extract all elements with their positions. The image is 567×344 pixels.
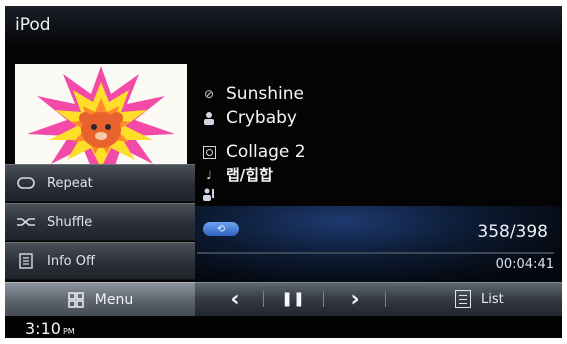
track-title-row: ⊘ Sunshine (201, 84, 304, 104)
shuffle-label: Shuffle (47, 214, 93, 230)
repeat-status-indicator: ⟲ (203, 222, 239, 236)
next-button[interactable]: › (335, 282, 375, 316)
track-title: Sunshine (226, 84, 304, 104)
divider (323, 291, 324, 307)
menu-button[interactable]: Menu (5, 282, 195, 316)
info-off-label: Info Off (47, 253, 95, 269)
info-off-button[interactable]: Info Off (5, 242, 195, 280)
clock: 3:10 PM (25, 319, 75, 338)
previous-icon: ‹ (230, 286, 240, 312)
track-genre: 랩/힙합 (226, 166, 273, 184)
divider (263, 291, 264, 307)
track-genre-row: ♩ 랩/힙합 (201, 164, 273, 185)
repeat-label: Repeat (47, 175, 93, 191)
album-icon (201, 144, 217, 160)
track-album: Collage 2 (226, 142, 306, 162)
page-title: iPod (15, 15, 51, 35)
menu-grid-icon (67, 291, 85, 309)
info-icon (15, 253, 37, 269)
menu-label: Menu (94, 291, 134, 308)
display-bezel: iPod ⊘ Sunshine Crybaby Collage 2 ♩ 랩/힙합… (0, 0, 567, 344)
pause-button[interactable]: ❚❚ (273, 282, 313, 316)
list-label: List (481, 291, 504, 307)
divider (385, 291, 386, 307)
clock-time: 3:10 (25, 319, 61, 338)
side-menu: Repeat Shuffle Info Off (5, 164, 195, 282)
status-bar (5, 316, 562, 338)
shuffle-icon (15, 214, 37, 230)
album-art (15, 64, 187, 172)
pause-icon: ❚❚ (281, 291, 305, 307)
track-album-row: Collage 2 (201, 142, 306, 162)
header-bar (5, 6, 562, 46)
next-icon: › (350, 286, 360, 312)
clock-ampm: PM (62, 327, 75, 336)
list-button[interactable]: List (455, 282, 555, 316)
previous-button[interactable]: ‹ (215, 282, 255, 316)
repeat-button[interactable]: Repeat (5, 164, 195, 202)
elapsed-time: 00:04:41 (495, 257, 554, 272)
ipod-screen: iPod ⊘ Sunshine Crybaby Collage 2 ♩ 랩/힙합… (5, 6, 562, 338)
shuffle-button[interactable]: Shuffle (5, 203, 195, 241)
music-disc-icon: ⊘ (203, 87, 215, 101)
track-composer-row (201, 186, 226, 202)
progress-bar[interactable] (197, 252, 554, 254)
artist-icon (201, 110, 217, 126)
genre-icon: ♩ (206, 167, 212, 182)
track-artist-row: Crybaby (201, 108, 297, 128)
track-count: 358/398 (477, 222, 548, 242)
composer-icon (201, 186, 217, 202)
list-icon (455, 290, 471, 308)
repeat-icon (15, 175, 37, 191)
repeat-indicator-icon: ⟲ (216, 223, 226, 235)
track-artist: Crybaby (226, 108, 297, 128)
